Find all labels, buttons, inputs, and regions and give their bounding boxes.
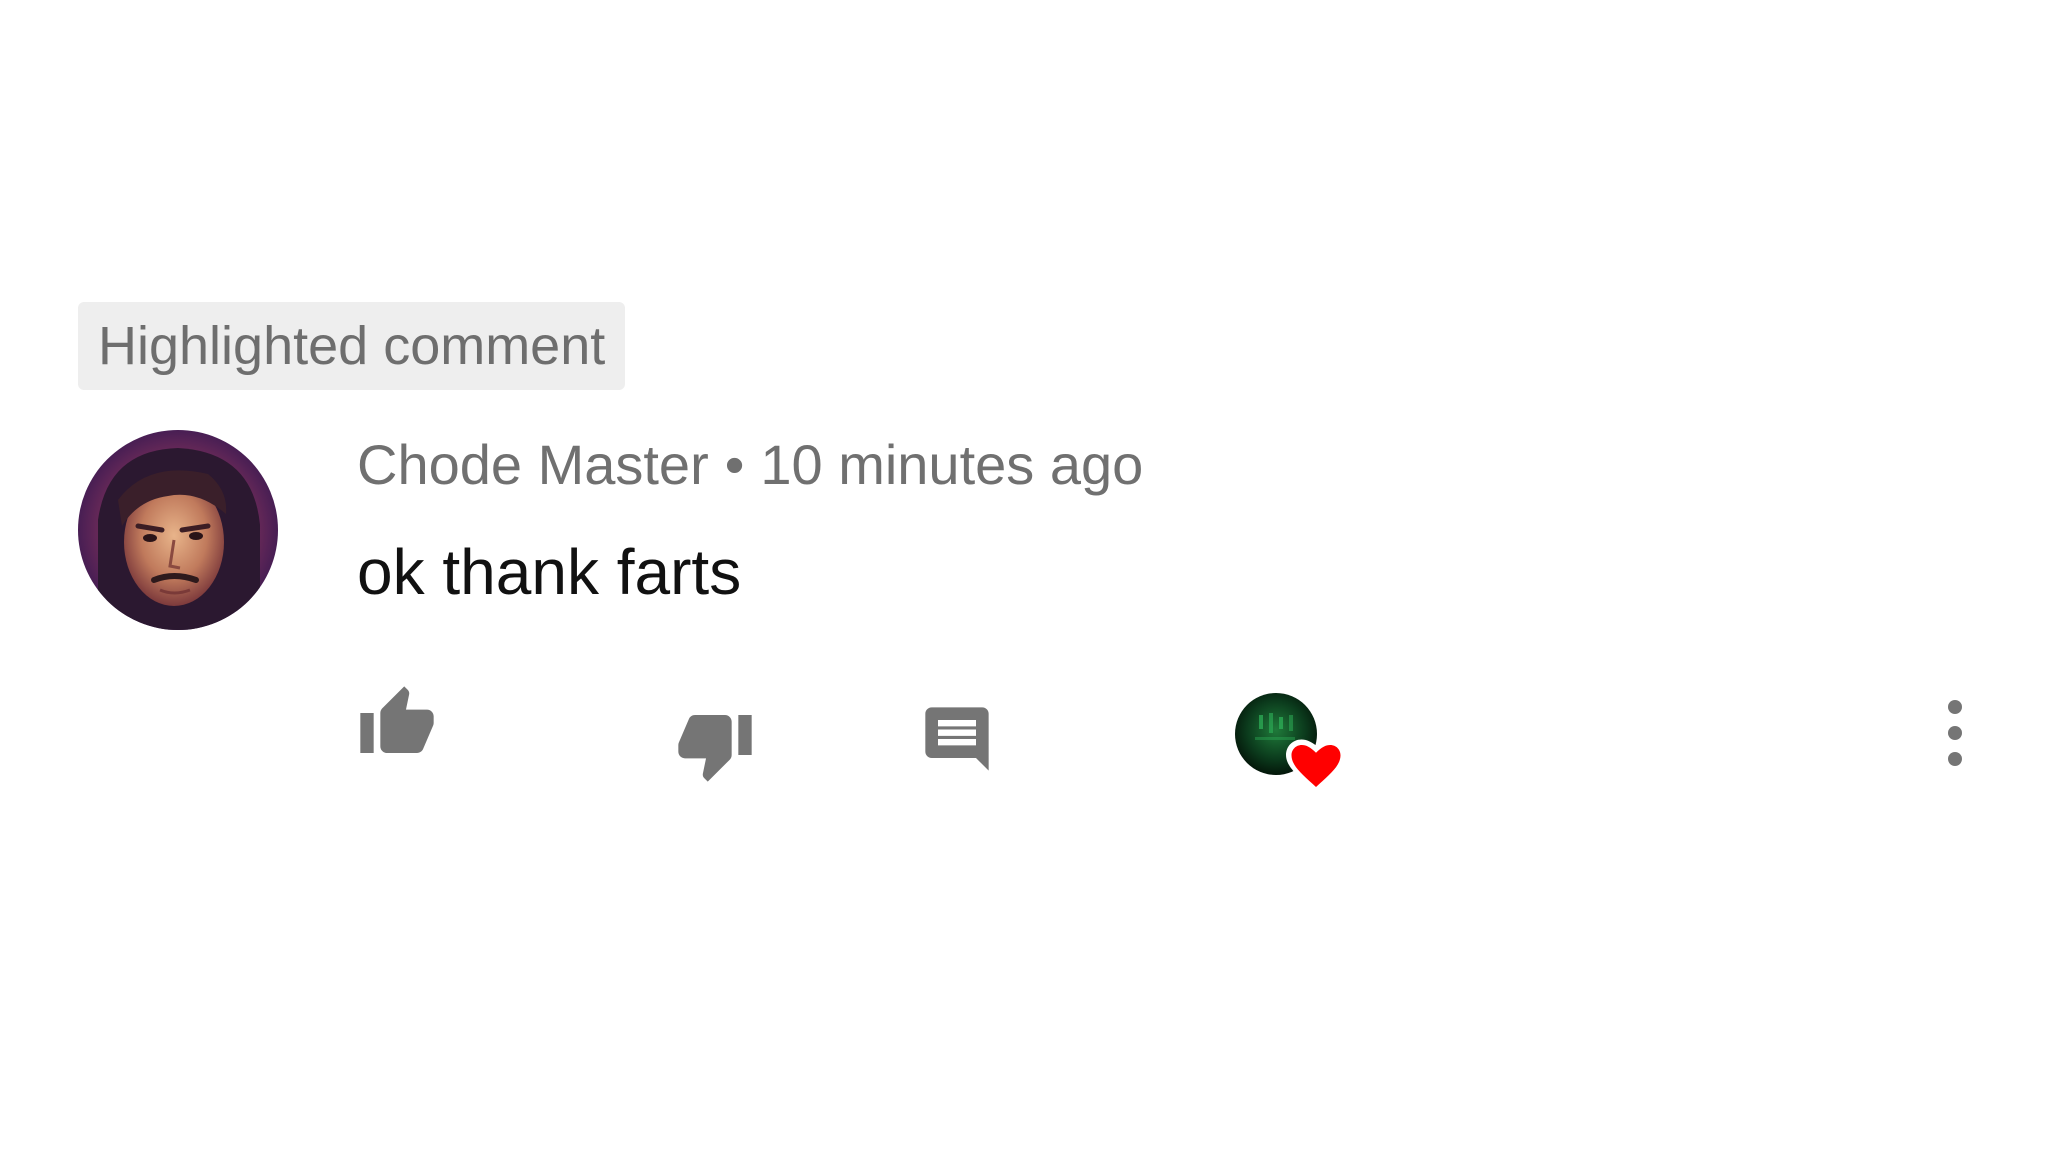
- comment-timestamp: 10 minutes ago: [760, 433, 1144, 496]
- creator-heart[interactable]: [1230, 688, 1350, 798]
- comment-icon: [925, 707, 989, 771]
- thumb-down-icon: [678, 715, 752, 782]
- reply-button[interactable]: [912, 694, 1002, 784]
- avatar[interactable]: [78, 430, 278, 630]
- more-vert-icon: [1948, 700, 1962, 766]
- dislike-button[interactable]: [670, 700, 760, 790]
- more-options-button[interactable]: [1930, 688, 1980, 778]
- meta-separator: •: [724, 433, 745, 496]
- author-name[interactable]: Chode Master: [357, 433, 709, 496]
- comment-text: ok thank farts: [357, 536, 742, 608]
- comment-screen: Highlighted comment Chode Master • 10 mi…: [0, 0, 2048, 1152]
- avatar-image: [78, 430, 278, 630]
- highlighted-comment-badge: Highlighted comment: [78, 302, 626, 390]
- thumb-up-icon: [360, 686, 434, 753]
- comment-meta: Chode Master • 10 minutes ago: [357, 430, 1143, 500]
- heart-icon: [1286, 739, 1346, 792]
- like-button[interactable]: [352, 678, 442, 768]
